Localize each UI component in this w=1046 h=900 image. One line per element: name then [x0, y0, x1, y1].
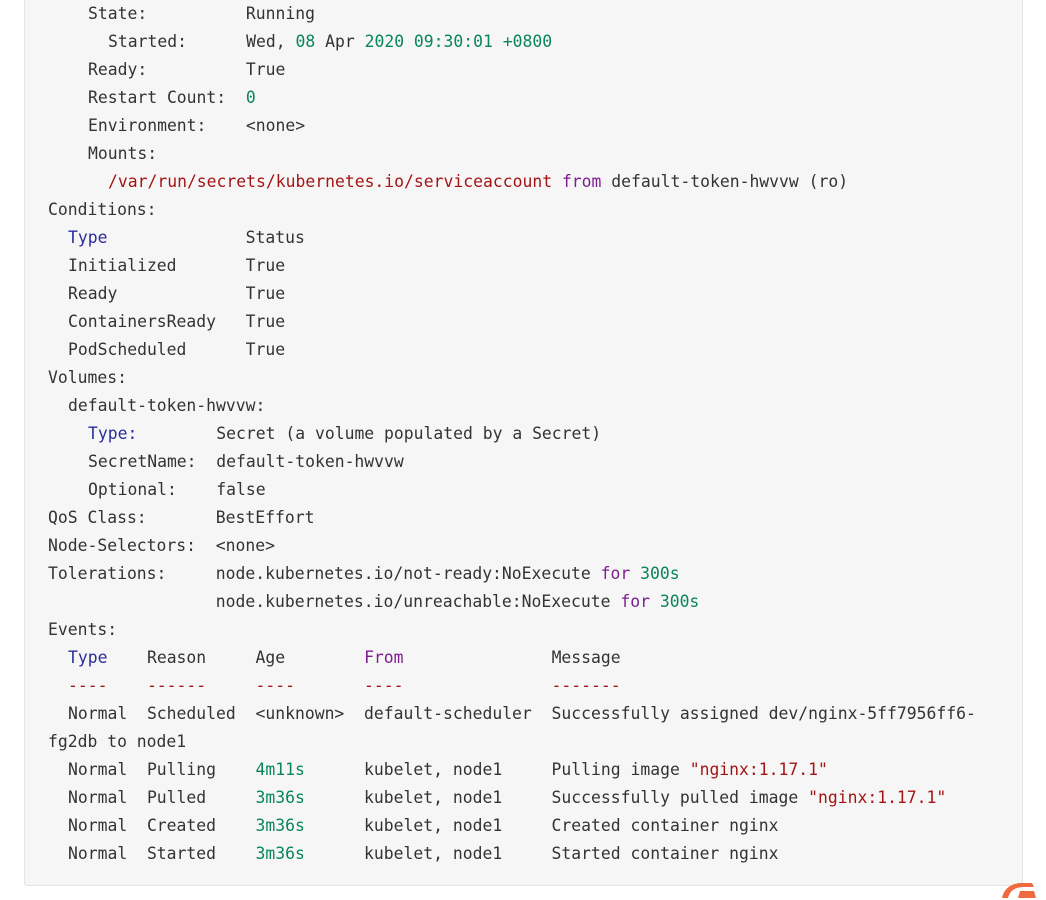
code-token: node.kubernetes.io/unreachable:NoExecute — [48, 592, 621, 611]
code-token: Reason Age — [107, 648, 365, 667]
code-token: Normal Started — [68, 844, 256, 863]
code-line: SecretName: default-token-hwvvw — [88, 448, 404, 476]
code-token: 0 — [245, 88, 256, 107]
code-line: Volumes: — [48, 364, 127, 392]
code-line: Ready True — [68, 280, 285, 308]
code-token: Secret (a volume populated by a Secret) — [137, 424, 602, 443]
code-token: 2020 09:30:01 +0800 — [364, 32, 553, 51]
code-token: Type — [68, 648, 108, 667]
code-token: from — [561, 172, 602, 191]
code-token: 3m36s — [255, 844, 305, 863]
code-line: State: Running — [88, 0, 315, 28]
code-line: fg2db to node1 — [48, 728, 186, 756]
code-token: Message — [403, 648, 621, 667]
brand-logo-icon[interactable] — [998, 878, 1038, 900]
code-token: ContainersReady True — [68, 312, 286, 331]
code-line: Optional: false — [88, 476, 266, 504]
code-line: Tolerations: node.kubernetes.io/not-read… — [48, 560, 680, 588]
code-line: Started: Wed, 08 Apr 2020 09:30:01 +0800 — [108, 28, 552, 56]
code-token: Normal Pulled — [68, 788, 256, 807]
code-line: Initialized True — [68, 252, 285, 280]
code-token: Type — [68, 228, 108, 247]
code-line: Node-Selectors: <none> — [48, 532, 275, 560]
code-token: 300s — [640, 564, 680, 583]
code-line: PodScheduled True — [68, 336, 285, 364]
code-token: fg2db to node1 — [48, 732, 187, 751]
code-line: Events: — [48, 616, 117, 644]
code-line: Normal Started 3m36s kubelet, node1 Star… — [68, 840, 779, 868]
code-token: Environment: <none> — [88, 116, 306, 135]
code-token: ---- ------ ---- ---- ------- — [68, 676, 621, 695]
code-token: 3m36s — [255, 788, 305, 807]
code-token: Normal Pulling — [68, 760, 256, 779]
code-token: State: Running — [88, 4, 315, 23]
code-token: PodScheduled True — [68, 340, 286, 359]
code-token: Normal Scheduled <unknown> default-sched… — [68, 704, 976, 723]
code-line: ContainersReady True — [68, 308, 285, 336]
code-line: Normal Pulled 3m36s kubelet, node1 Succe… — [68, 784, 946, 812]
code-token: "nginx:1.17.1" — [689, 760, 828, 779]
code-line: node.kubernetes.io/unreachable:NoExecute… — [48, 588, 700, 616]
code-token: Events: — [48, 620, 118, 639]
code-token: Mounts: — [88, 144, 158, 163]
code-token: From — [364, 648, 404, 667]
code-token: Initialized True — [68, 256, 286, 275]
code-token: default-token-hwvvw (ro) — [601, 172, 849, 191]
code-token: Apr — [315, 32, 365, 51]
code-token: Optional: false — [88, 480, 266, 499]
code-token: Type: — [88, 424, 138, 443]
code-line: Ready: True — [88, 56, 285, 84]
code-token: 300s — [659, 592, 700, 611]
code-token: QoS Class: BestEffort — [48, 508, 315, 527]
code-line: Type: Secret (a volume populated by a Se… — [88, 420, 601, 448]
code-token: "nginx:1.17.1" — [808, 788, 947, 807]
code-token: Ready: True — [88, 60, 286, 79]
code-token: kubelet, node1 Created container nginx — [304, 816, 779, 835]
code-token: kubelet, node1 Pulling image — [304, 760, 690, 779]
code-token: SecretName: default-token-hwvvw — [88, 452, 404, 471]
code-token: for — [600, 564, 631, 583]
code-token: Normal Created — [68, 816, 256, 835]
code-line: Mounts: — [88, 140, 157, 168]
code-token: Tolerations: node.kubernetes.io/not-read… — [48, 564, 601, 583]
code-line: QoS Class: BestEffort — [48, 504, 314, 532]
code-line: Normal Pulling 4m11s kubelet, node1 Pull… — [68, 756, 828, 784]
code-token: Status — [107, 228, 305, 247]
code-line: Normal Created 3m36s kubelet, node1 Crea… — [68, 812, 779, 840]
code-token: /var/run/secrets/kubernetes.io/serviceac… — [108, 172, 553, 191]
code-token: Conditions: — [48, 200, 157, 219]
code-token: Restart Count: — [88, 88, 246, 107]
code-token: for — [620, 592, 650, 611]
code-block: State: Running Started: Wed, 08 Apr 2020 … — [24, 0, 1023, 886]
code-line: Type Reason Age From Message — [68, 644, 621, 672]
code-line: Type Status — [68, 224, 305, 252]
code-token: default-token-hwvvw: — [68, 396, 266, 415]
code-token: Volumes: — [48, 368, 127, 387]
code-token: 4m11s — [255, 760, 305, 779]
code-token: Ready True — [68, 284, 286, 303]
code-line: /var/run/secrets/kubernetes.io/serviceac… — [108, 168, 848, 196]
code-line: Environment: <none> — [88, 112, 305, 140]
code-line: Restart Count: 0 — [88, 84, 256, 112]
code-token: kubelet, node1 Started container nginx — [304, 844, 779, 863]
code-line: ---- ------ ---- ---- ------- — [68, 672, 621, 700]
code-token: 3m36s — [255, 816, 305, 835]
code-line: Conditions: — [48, 196, 157, 224]
code-token: Node-Selectors: <none> — [48, 536, 275, 555]
code-token: kubelet, node1 Successfully pulled image — [304, 788, 809, 807]
code-line: default-token-hwvvw: — [68, 392, 265, 420]
code-token: 08 — [295, 32, 316, 51]
code-token: Started: Wed, — [108, 32, 296, 51]
code-line: Normal Scheduled <unknown> default-sched… — [68, 700, 976, 728]
